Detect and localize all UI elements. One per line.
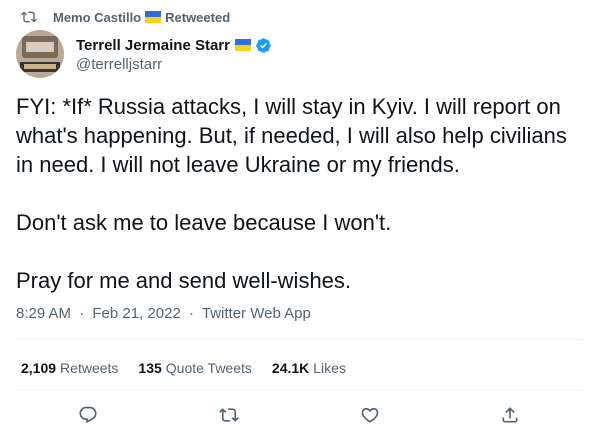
tweet-source[interactable]: Twitter Web App (202, 305, 311, 322)
share-icon[interactable] (499, 404, 521, 426)
avatar[interactable] (16, 30, 64, 78)
tweet-actions (0, 404, 598, 428)
tweet-date[interactable]: Feb 21, 2022 (92, 305, 180, 322)
ukraine-flag-icon (145, 11, 162, 23)
quotes-label: Quote Tweets (165, 360, 252, 376)
ukraine-flag-icon (234, 39, 251, 51)
tweet-meta: 8:29 AM · Feb 21, 2022 · Twitter Web App (16, 305, 311, 322)
meta-separator: · (188, 305, 194, 322)
tweet-text: FYI: *If* Russia attacks, I will stay in… (16, 92, 582, 295)
tweet-paragraph: Pray for me and send well-wishes. (16, 268, 352, 293)
divider (16, 339, 582, 340)
tweet-paragraph: Don't ask me to leave because I won't. (16, 210, 392, 235)
like-icon[interactable] (359, 404, 381, 426)
retweeter-name[interactable]: Memo Castillo (53, 10, 141, 25)
verified-badge-icon (255, 37, 272, 54)
retweet-icon (21, 9, 37, 25)
author-handle[interactable]: @terrelljstarr (76, 56, 272, 73)
divider (16, 390, 582, 391)
retweets-count: 2,109 (21, 360, 57, 376)
author-display-name-row[interactable]: Terrell Jermaine Starr (76, 35, 272, 55)
likes-label: Likes (313, 360, 346, 376)
tweet-paragraph: FYI: *If* Russia attacks, I will stay in… (16, 94, 567, 177)
meta-separator: · (79, 305, 85, 322)
quote-tweets-stat[interactable]: 135 Quote Tweets (138, 360, 252, 376)
author-display-name[interactable]: Terrell Jermaine Starr (76, 37, 230, 54)
retweeted-label: Retweeted (165, 9, 231, 25)
retweet-icon[interactable] (218, 404, 240, 426)
reply-icon[interactable] (77, 404, 99, 426)
retweets-label: Retweets (60, 360, 119, 376)
tweet-stats: 2,109 Retweets 135 Quote Tweets 24.1K Likes (21, 360, 366, 376)
tweet-time[interactable]: 8:29 AM (16, 305, 71, 322)
likes-stat[interactable]: 24.1K Likes (272, 360, 346, 376)
author-names: Terrell Jermaine Starr @terrelljstarr (76, 35, 272, 73)
retweet-context: Memo Castillo Retweeted (21, 8, 230, 26)
tweet-header: Terrell Jermaine Starr @terrelljstarr (16, 30, 272, 78)
retweets-stat[interactable]: 2,109 Retweets (21, 360, 118, 376)
quotes-count: 135 (138, 360, 162, 376)
likes-count: 24.1K (271, 360, 310, 376)
